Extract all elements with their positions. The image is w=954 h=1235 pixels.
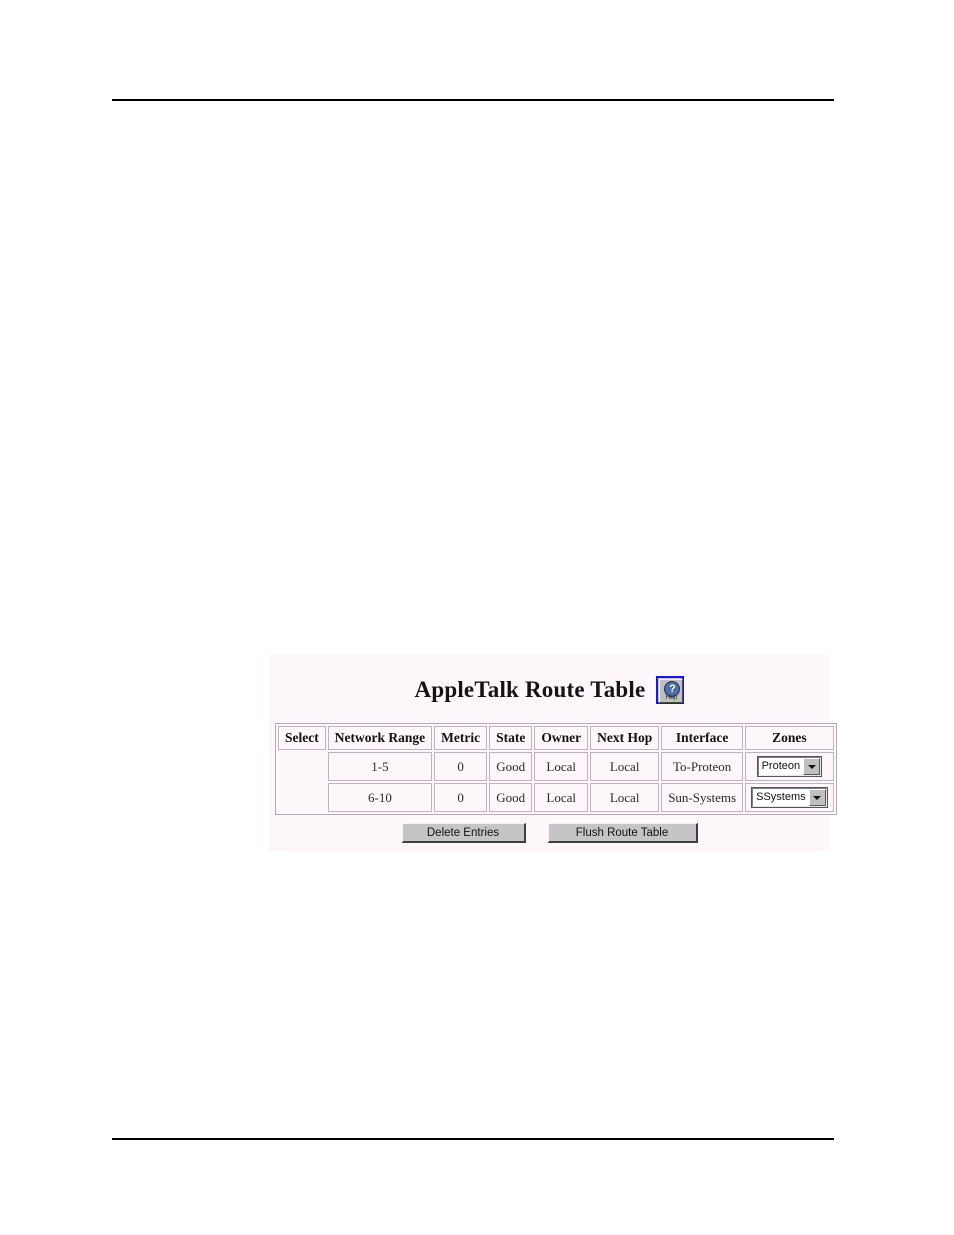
help-question-glyph: ? — [669, 682, 676, 695]
table-row: 6-10 0 Good Local Local Sun-Systems SSys… — [278, 783, 834, 812]
zone-dropdown-value: Proteon — [761, 760, 801, 772]
cell-metric: 0 — [434, 752, 488, 781]
table-header-row: Select Network Range Metric State Owner … — [278, 726, 834, 750]
cell-next-hop: Local — [590, 752, 660, 781]
action-button-row: Delete Entries Flush Route Table — [269, 823, 830, 843]
cell-interface: Sun-Systems — [661, 783, 744, 812]
chevron-down-icon[interactable] — [803, 758, 821, 775]
delete-entries-button[interactable]: Delete Entries — [401, 823, 526, 843]
title-row: AppleTalk Route Table ? Help — [269, 669, 830, 711]
cell-state: Good — [489, 783, 533, 812]
chevron-down-glyph — [813, 795, 822, 800]
column-header-interface: Interface — [661, 726, 744, 750]
cell-owner: Local — [534, 783, 589, 812]
cell-network-range: 6-10 — [327, 783, 433, 812]
footer-rule — [112, 1138, 834, 1140]
cell-next-hop: Local — [590, 783, 660, 812]
table-row: 1-5 0 Good Local Local To-Proteon Proteo… — [278, 752, 834, 781]
cell-interface: To-Proteon — [661, 752, 744, 781]
appletalk-route-table-screenshot: AppleTalk Route Table ? Help Select Netw… — [269, 655, 837, 851]
column-header-next-hop: Next Hop — [590, 726, 660, 750]
flush-route-table-button[interactable]: Flush Route Table — [547, 823, 698, 843]
page-title: AppleTalk Route Table — [414, 677, 646, 702]
cell-zones: SSystems — [745, 783, 834, 812]
zone-dropdown[interactable]: SSystems — [751, 787, 828, 808]
cell-select[interactable] — [278, 752, 326, 781]
chevron-down-glyph — [807, 764, 816, 769]
column-header-owner: Owner — [534, 726, 589, 750]
document-page: AppleTalk Route Table ? Help Select Netw… — [0, 0, 954, 1235]
cell-network-range: 1-5 — [327, 752, 433, 781]
cell-owner: Local — [534, 752, 589, 781]
route-table: Select Network Range Metric State Owner … — [275, 723, 837, 815]
cell-metric: 0 — [434, 783, 488, 812]
cell-select[interactable] — [278, 783, 326, 812]
cell-state: Good — [489, 752, 533, 781]
zone-dropdown-value: SSystems — [756, 791, 806, 803]
cell-zones: Proteon — [745, 752, 834, 781]
header-rule — [112, 99, 834, 101]
column-header-zones: Zones — [745, 726, 834, 750]
zone-dropdown[interactable]: Proteon — [756, 756, 823, 777]
column-header-metric: Metric — [434, 726, 488, 750]
help-button-face: ? Help — [659, 679, 684, 703]
help-button[interactable]: ? Help — [656, 676, 685, 704]
column-header-state: State — [489, 726, 533, 750]
help-button-label: Help — [665, 695, 678, 701]
column-header-select: Select — [278, 726, 326, 750]
chevron-down-icon[interactable] — [808, 789, 826, 806]
route-table-wrapper: Select Network Range Metric State Owner … — [275, 723, 837, 815]
column-header-network-range: Network Range — [327, 726, 433, 750]
